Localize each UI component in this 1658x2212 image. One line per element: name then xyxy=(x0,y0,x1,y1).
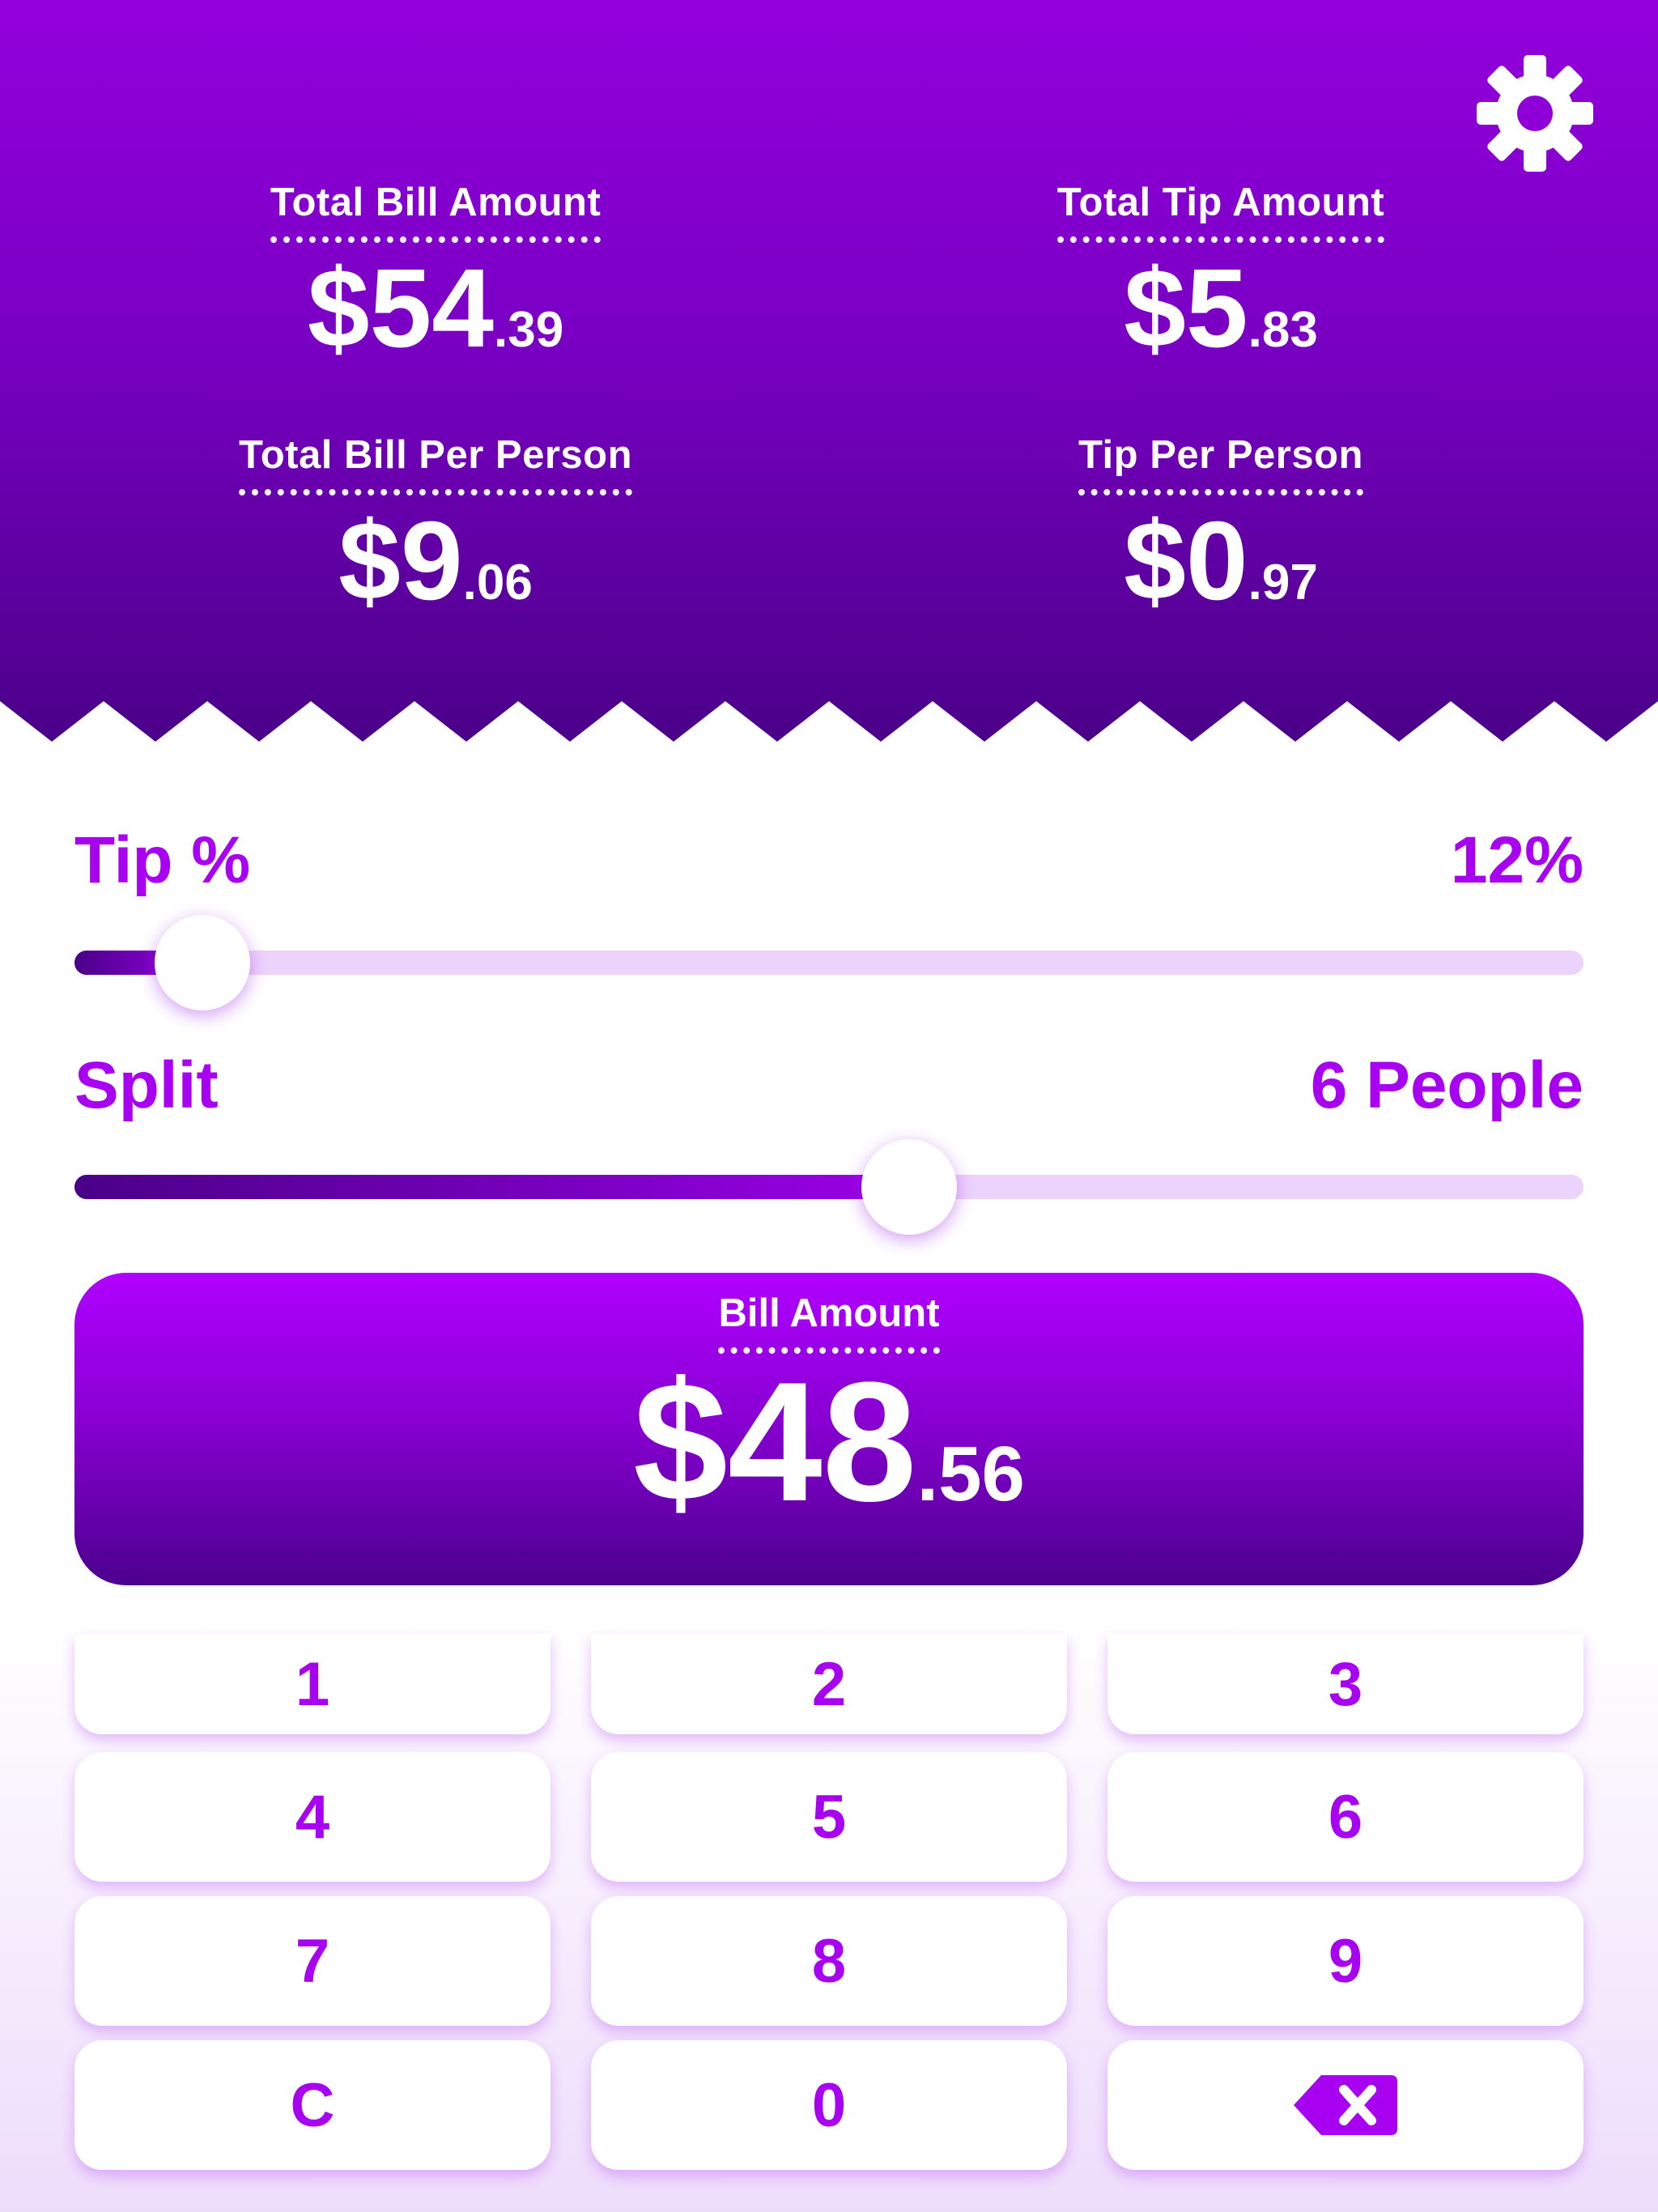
key-8[interactable]: 8 xyxy=(591,1896,1067,2026)
key-2[interactable]: 2 xyxy=(591,1634,1067,1734)
bill-amount-label: Bill Amount xyxy=(718,1291,940,1354)
bill-per-person-value: $9.06 xyxy=(209,505,662,617)
summary-header: Total Bill Amount $54.39 Total Tip Amoun… xyxy=(0,0,1658,750)
tip-per-person-label: Tip Per Person xyxy=(1078,432,1363,496)
key-9[interactable]: 9 xyxy=(1107,1896,1584,2026)
key-1[interactable]: 1 xyxy=(74,1634,551,1734)
settings-button[interactable] xyxy=(1475,53,1595,173)
key-clear[interactable]: C xyxy=(74,2040,551,2170)
total-bill-label: Total Bill Amount xyxy=(270,180,602,243)
gear-icon xyxy=(1477,55,1593,172)
tip-value: 12% xyxy=(1450,823,1584,897)
bill-per-person-dollars: $9 xyxy=(338,499,463,623)
total-tip-label: Total Tip Amount xyxy=(1056,180,1385,243)
split-label: Split xyxy=(74,1049,219,1122)
total-bill-stat: Total Bill Amount $54.39 xyxy=(209,180,662,364)
zigzag-edge xyxy=(0,701,1658,750)
key-backspace[interactable] xyxy=(1107,2040,1584,2170)
key-4[interactable]: 4 xyxy=(74,1752,551,1882)
bill-amount-dollars: $48 xyxy=(633,1346,917,1537)
total-tip-value: $5.83 xyxy=(994,253,1448,364)
tip-slider-thumb[interactable] xyxy=(155,915,251,1010)
tip-per-person-cents: .97 xyxy=(1248,555,1318,610)
tip-per-person-stat: Tip Per Person $0.97 xyxy=(994,432,1448,617)
bill-amount-card[interactable]: Bill Amount $48.56 xyxy=(74,1273,1584,1585)
bill-per-person-label: Total Bill Per Person xyxy=(238,432,633,496)
split-slider-thumb[interactable] xyxy=(861,1139,957,1235)
tip-label: Tip % xyxy=(74,823,251,897)
bill-amount-cents: .56 xyxy=(916,1431,1025,1517)
key-0[interactable]: 0 xyxy=(591,2040,1067,2170)
total-bill-dollars: $54 xyxy=(307,246,495,371)
key-5[interactable]: 5 xyxy=(591,1752,1067,1882)
split-slider[interactable] xyxy=(74,1139,1584,1235)
key-3[interactable]: 3 xyxy=(1107,1634,1584,1734)
bill-per-person-stat: Total Bill Per Person $9.06 xyxy=(209,432,662,617)
split-value: 6 People xyxy=(1310,1049,1584,1122)
tip-per-person-dollars: $0 xyxy=(1124,499,1248,623)
key-6[interactable]: 6 xyxy=(1107,1752,1584,1882)
backspace-icon xyxy=(1294,2075,1397,2135)
tip-per-person-value: $0.97 xyxy=(994,505,1448,617)
tip-slider[interactable] xyxy=(74,915,1584,1010)
total-bill-value: $54.39 xyxy=(209,253,662,364)
bill-amount-value: $48.56 xyxy=(74,1357,1584,1527)
total-bill-cents: .39 xyxy=(494,302,564,358)
total-tip-cents: .83 xyxy=(1248,302,1318,358)
key-7[interactable]: 7 xyxy=(74,1896,551,2026)
total-tip-dollars: $5 xyxy=(1124,246,1248,371)
total-tip-stat: Total Tip Amount $5.83 xyxy=(994,180,1448,364)
bill-per-person-cents: .06 xyxy=(462,555,533,610)
split-slider-fill xyxy=(74,1175,909,1199)
